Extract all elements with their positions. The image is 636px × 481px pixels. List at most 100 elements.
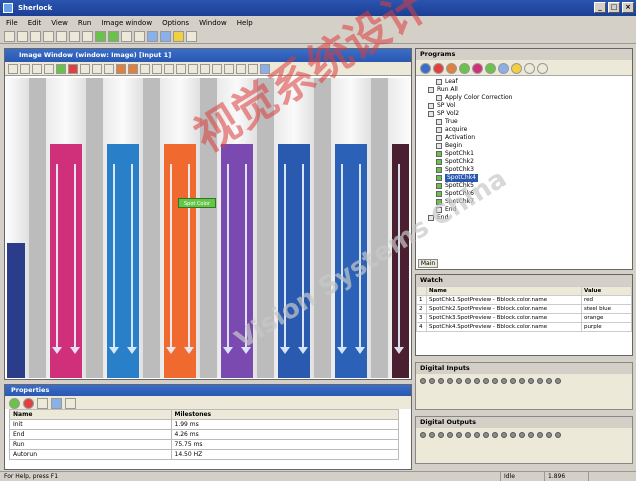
zoom-actual-icon[interactable] bbox=[44, 64, 54, 74]
menu-options[interactable]: Options bbox=[162, 17, 189, 29]
table-row[interactable]: End 4.26 ms bbox=[9, 429, 399, 440]
display-icon[interactable] bbox=[212, 64, 222, 74]
zoom-fit-icon[interactable] bbox=[32, 64, 42, 74]
table-row[interactable]: 4 SpotChk4.SpotPreview - Bblock.color.nam… bbox=[416, 322, 632, 332]
io-port[interactable] bbox=[501, 432, 507, 438]
instruction-icon[interactable] bbox=[446, 63, 457, 74]
probe-label[interactable]: Spot Color bbox=[178, 198, 216, 208]
io-port[interactable] bbox=[528, 378, 534, 384]
refresh-icon[interactable] bbox=[65, 398, 76, 409]
ellipse-roi-icon[interactable] bbox=[176, 64, 186, 74]
list-icon[interactable] bbox=[37, 398, 48, 409]
io-port[interactable] bbox=[546, 378, 552, 384]
io-port[interactable] bbox=[492, 432, 498, 438]
tree-node[interactable]: True bbox=[420, 118, 628, 126]
grab-icon[interactable] bbox=[160, 31, 171, 42]
io-port[interactable] bbox=[420, 432, 426, 438]
step-icon[interactable] bbox=[134, 31, 145, 42]
io-port[interactable] bbox=[456, 432, 462, 438]
save-icon[interactable] bbox=[30, 31, 41, 42]
io-port[interactable] bbox=[510, 432, 516, 438]
io-port[interactable] bbox=[546, 432, 552, 438]
add-step-icon[interactable] bbox=[485, 63, 496, 74]
menu-image-window[interactable]: Image window bbox=[101, 17, 152, 29]
watch-icon[interactable] bbox=[511, 63, 522, 74]
save-icon[interactable] bbox=[51, 398, 62, 409]
io-port[interactable] bbox=[501, 378, 507, 384]
io-port[interactable] bbox=[447, 378, 453, 384]
tree-node[interactable]: SpotChk2 bbox=[420, 158, 628, 166]
polygon-roi-icon[interactable] bbox=[128, 64, 138, 74]
tree-node[interactable]: acquire bbox=[420, 126, 628, 134]
io-port[interactable] bbox=[555, 378, 561, 384]
menu-run[interactable]: Run bbox=[78, 17, 91, 29]
circle-roi-icon[interactable] bbox=[116, 64, 126, 74]
annulus-roi-icon[interactable] bbox=[152, 64, 162, 74]
io-port[interactable] bbox=[429, 432, 435, 438]
green-dot-icon[interactable] bbox=[56, 64, 66, 74]
io-port[interactable] bbox=[492, 378, 498, 384]
tree-node[interactable]: SpotChk4 bbox=[420, 174, 628, 182]
io-port[interactable] bbox=[510, 378, 516, 384]
overlay-icon[interactable] bbox=[200, 64, 210, 74]
rectangle-roi-icon[interactable] bbox=[92, 64, 102, 74]
camera-settings-icon[interactable] bbox=[224, 64, 234, 74]
stop-icon[interactable] bbox=[433, 63, 444, 74]
help-icon[interactable] bbox=[186, 31, 197, 42]
tree-node[interactable]: SpotChk1 bbox=[420, 150, 628, 158]
menu-view[interactable]: View bbox=[51, 17, 68, 29]
tree-node[interactable]: Run All bbox=[420, 86, 628, 94]
new-icon[interactable] bbox=[4, 31, 15, 42]
minimize-button[interactable]: _ bbox=[594, 2, 606, 13]
io-port[interactable] bbox=[465, 378, 471, 384]
io-port[interactable] bbox=[537, 378, 543, 384]
table-row[interactable]: Init 1.99 ms bbox=[9, 419, 399, 430]
record-icon[interactable] bbox=[248, 64, 258, 74]
open-icon[interactable] bbox=[17, 31, 28, 42]
io-port[interactable] bbox=[474, 432, 480, 438]
tab-main[interactable]: Main bbox=[418, 259, 438, 268]
tree-node[interactable]: Apply Color Correction bbox=[420, 94, 628, 102]
zoom-in-icon[interactable] bbox=[8, 64, 18, 74]
io-port[interactable] bbox=[456, 378, 462, 384]
io-port[interactable] bbox=[528, 432, 534, 438]
tree-node[interactable]: SpotChk5 bbox=[420, 182, 628, 190]
red-dot-icon[interactable] bbox=[68, 64, 78, 74]
more-icon[interactable] bbox=[537, 63, 548, 74]
menu-window[interactable]: Window bbox=[199, 17, 227, 29]
tree-node[interactable]: End bbox=[420, 214, 628, 222]
tree-node[interactable]: SpotChk6 bbox=[420, 190, 628, 198]
io-port[interactable] bbox=[438, 378, 444, 384]
tree-node[interactable]: Leaf bbox=[420, 78, 628, 86]
tool-icon[interactable] bbox=[472, 63, 483, 74]
menu-edit[interactable]: Edit bbox=[28, 17, 42, 29]
point-roi-icon[interactable] bbox=[140, 64, 150, 74]
globe-icon[interactable] bbox=[420, 63, 431, 74]
line-roi-icon[interactable] bbox=[104, 64, 114, 74]
run-icon[interactable] bbox=[95, 31, 106, 42]
io-port[interactable] bbox=[420, 378, 426, 384]
table-row[interactable]: 2 SpotChk2.SpotPreview - Bblock.color.nam… bbox=[416, 304, 632, 314]
io-port[interactable] bbox=[483, 378, 489, 384]
camera-icon[interactable] bbox=[147, 31, 158, 42]
menu-help[interactable]: Help bbox=[237, 17, 253, 29]
io-port[interactable] bbox=[474, 378, 480, 384]
table-row[interactable]: 1 SpotChk1.SpotPreview - Bblock.color.nam… bbox=[416, 295, 632, 305]
io-port[interactable] bbox=[519, 378, 525, 384]
remove-step-icon[interactable] bbox=[498, 63, 509, 74]
io-port[interactable] bbox=[438, 432, 444, 438]
play-icon[interactable] bbox=[9, 398, 20, 409]
io-port[interactable] bbox=[465, 432, 471, 438]
tree-node[interactable]: SP Vol bbox=[420, 102, 628, 110]
close-button[interactable]: × bbox=[622, 2, 634, 13]
io-port[interactable] bbox=[429, 378, 435, 384]
stop-icon[interactable] bbox=[121, 31, 132, 42]
io-port[interactable] bbox=[519, 432, 525, 438]
zoom-out-icon[interactable] bbox=[20, 64, 30, 74]
run-continuous-icon[interactable] bbox=[108, 31, 119, 42]
light-icon[interactable] bbox=[173, 31, 184, 42]
tree-node[interactable]: Activation bbox=[420, 134, 628, 142]
stop-icon[interactable] bbox=[23, 398, 34, 409]
io-port[interactable] bbox=[555, 432, 561, 438]
cut-icon[interactable] bbox=[56, 31, 67, 42]
